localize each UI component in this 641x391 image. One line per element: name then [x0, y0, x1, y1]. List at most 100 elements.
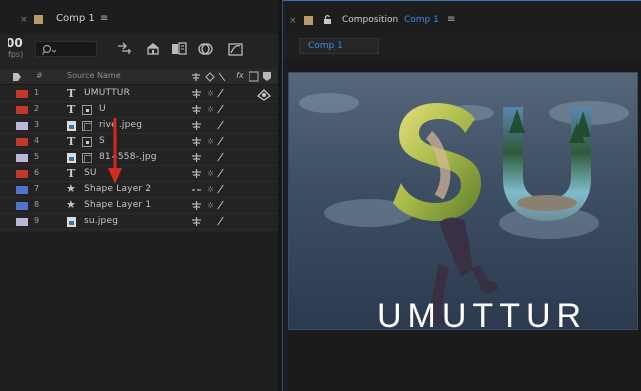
- layer-row[interactable]: 9 su.jpeg: [0, 214, 278, 230]
- close-tab-icon[interactable]: ×: [289, 16, 297, 26]
- frame-blending-icon[interactable]: [170, 42, 188, 56]
- layer-column-header: # Source Name fx: [0, 69, 278, 85]
- quality-switch-icon[interactable]: [217, 200, 224, 210]
- collapse-switch-icon[interactable]: ✲: [207, 105, 214, 114]
- column-number-header[interactable]: #: [36, 71, 43, 80]
- quality-switch-icon[interactable]: [217, 152, 224, 162]
- layer-name[interactable]: su.jpeg: [84, 216, 118, 226]
- layer-name[interactable]: SU: [84, 168, 97, 178]
- text-layer-icon: T: [67, 103, 76, 116]
- shy-switch-icon[interactable]: [192, 169, 201, 178]
- layer-number: 4: [34, 136, 40, 145]
- layer-row[interactable]: 6 T SU ✲: [0, 166, 278, 182]
- layer-name[interactable]: Shape Layer 1: [84, 200, 151, 210]
- current-time-display[interactable]: 00 fps): [8, 36, 26, 62]
- shy-switch-icon[interactable]: [192, 153, 201, 162]
- image-thumbnail-icon: [82, 153, 92, 163]
- motion-blur-icon[interactable]: [196, 42, 214, 56]
- layer-number: 7: [34, 184, 40, 193]
- layer-row[interactable]: 4 T S ✲: [0, 134, 278, 150]
- layer-number: 3: [34, 120, 40, 129]
- shy-switch-icon[interactable]: [192, 89, 201, 98]
- shape-layer-star-icon: ★: [66, 198, 76, 211]
- quality-switch-icon[interactable]: [217, 88, 224, 98]
- layer-number: 5: [34, 152, 40, 161]
- shy-switch-icon[interactable]: [192, 137, 201, 146]
- image-file-icon: [67, 217, 76, 227]
- layer-row[interactable]: 3 rive .jpeg: [0, 118, 278, 134]
- composition-tab-comp-name[interactable]: Comp 1: [404, 15, 439, 25]
- layer-label-color[interactable]: [16, 106, 28, 114]
- comp-color-swatch: [304, 16, 313, 25]
- layer-name[interactable]: U: [99, 104, 106, 114]
- shy-switch-icon[interactable]: [192, 185, 201, 194]
- quality-switch-icon[interactable]: [217, 184, 224, 194]
- comp-color-swatch: [34, 15, 43, 24]
- timeline-panel: × Comp 1 ≡ 00 fps) # Source Name fx 1 T …: [0, 0, 278, 391]
- collapse-switch-icon[interactable]: ✲: [207, 185, 214, 194]
- shy-switch-icon[interactable]: [192, 217, 201, 226]
- image-file-icon: [67, 153, 76, 163]
- layer-label-color[interactable]: [16, 186, 28, 194]
- collapse-switch-icon[interactable]: ✲: [207, 89, 214, 98]
- composition-tab-label[interactable]: Composition: [342, 15, 398, 25]
- text-layer-icon: T: [67, 87, 76, 100]
- timeline-empty-area: [0, 232, 278, 391]
- comp-mini-flowchart-icon[interactable]: [116, 42, 134, 56]
- parent-pickwhip-icon[interactable]: [256, 88, 272, 102]
- layer-row[interactable]: 7 ★ Shape Layer 2 ✲: [0, 182, 278, 198]
- quality-switch-icon[interactable]: [217, 216, 224, 226]
- layer-label-color[interactable]: [16, 122, 28, 130]
- breadcrumb-comp-name[interactable]: Comp 1: [308, 41, 343, 51]
- search-icon: [42, 44, 57, 55]
- label-tag-icon[interactable]: [12, 72, 22, 82]
- layer-name[interactable]: S: [99, 136, 105, 146]
- composition-breadcrumb[interactable]: Comp 1: [299, 38, 379, 54]
- layer-label-color[interactable]: [16, 170, 28, 178]
- motion-tracker-icon: [82, 105, 92, 115]
- graph-editor-icon[interactable]: [227, 42, 245, 56]
- quality-switch-icon[interactable]: [217, 168, 224, 178]
- column-source-name-header[interactable]: Source Name: [67, 71, 121, 80]
- layer-row[interactable]: 5 81 4558-.jpg: [0, 150, 278, 166]
- shy-switch-icon[interactable]: [192, 201, 201, 210]
- shape-layer-star-icon: ★: [66, 182, 76, 195]
- timeline-tab-bar: × Comp 1 ≡: [0, 0, 278, 34]
- timeline-tab-title[interactable]: Comp 1: [56, 13, 95, 24]
- composition-canvas[interactable]: UMUTTUR: [288, 72, 638, 330]
- quality-switch-icon[interactable]: [217, 104, 224, 114]
- shy-switch-icon[interactable]: [192, 121, 201, 130]
- layer-number: 8: [34, 200, 40, 209]
- composition-caption-text: UMUTTUR: [377, 297, 588, 330]
- layer-label-color[interactable]: [16, 90, 28, 98]
- fps-readout: fps): [8, 50, 24, 59]
- close-tab-icon[interactable]: ×: [20, 15, 28, 25]
- composition-panel: × Composition Comp 1 ≡ Comp 1 UMUTTUR: [282, 0, 641, 391]
- collapse-switch-icon[interactable]: ✲: [207, 137, 214, 146]
- layer-row[interactable]: 1 T UMUTTUR ✲: [0, 86, 278, 102]
- layer-label-color[interactable]: [16, 138, 28, 146]
- layer-number: 2: [34, 104, 40, 113]
- layer-label-color[interactable]: [16, 218, 28, 226]
- adjustment-3d-header-icons: [249, 71, 271, 82]
- shy-layers-icon[interactable]: [144, 42, 162, 56]
- layer-row[interactable]: 8 ★ Shape Layer 1 ✲: [0, 198, 278, 214]
- panel-menu-icon[interactable]: ≡: [100, 13, 108, 24]
- layer-label-color[interactable]: [16, 154, 28, 162]
- layer-name[interactable]: UMUTTUR: [84, 88, 130, 98]
- layer-search-input[interactable]: [35, 41, 97, 57]
- current-time-value[interactable]: 00: [8, 36, 23, 50]
- collapse-switch-icon[interactable]: ✲: [207, 169, 214, 178]
- collapse-switch-icon[interactable]: ✲: [207, 201, 214, 210]
- composition-frame-image: [289, 73, 637, 329]
- shy-switch-icon[interactable]: [192, 105, 201, 114]
- effects-switch-header[interactable]: fx: [236, 71, 244, 80]
- panel-menu-icon[interactable]: ≡: [447, 14, 455, 25]
- composition-tab-bar: × Composition Comp 1 ≡: [283, 0, 641, 34]
- annotation-arrow: [108, 118, 122, 184]
- layer-label-color[interactable]: [16, 202, 28, 210]
- quality-switch-icon[interactable]: [217, 136, 224, 146]
- layer-row[interactable]: 2 T U ✲: [0, 102, 278, 118]
- quality-switch-icon[interactable]: [217, 120, 224, 130]
- lock-icon[interactable]: [323, 14, 332, 25]
